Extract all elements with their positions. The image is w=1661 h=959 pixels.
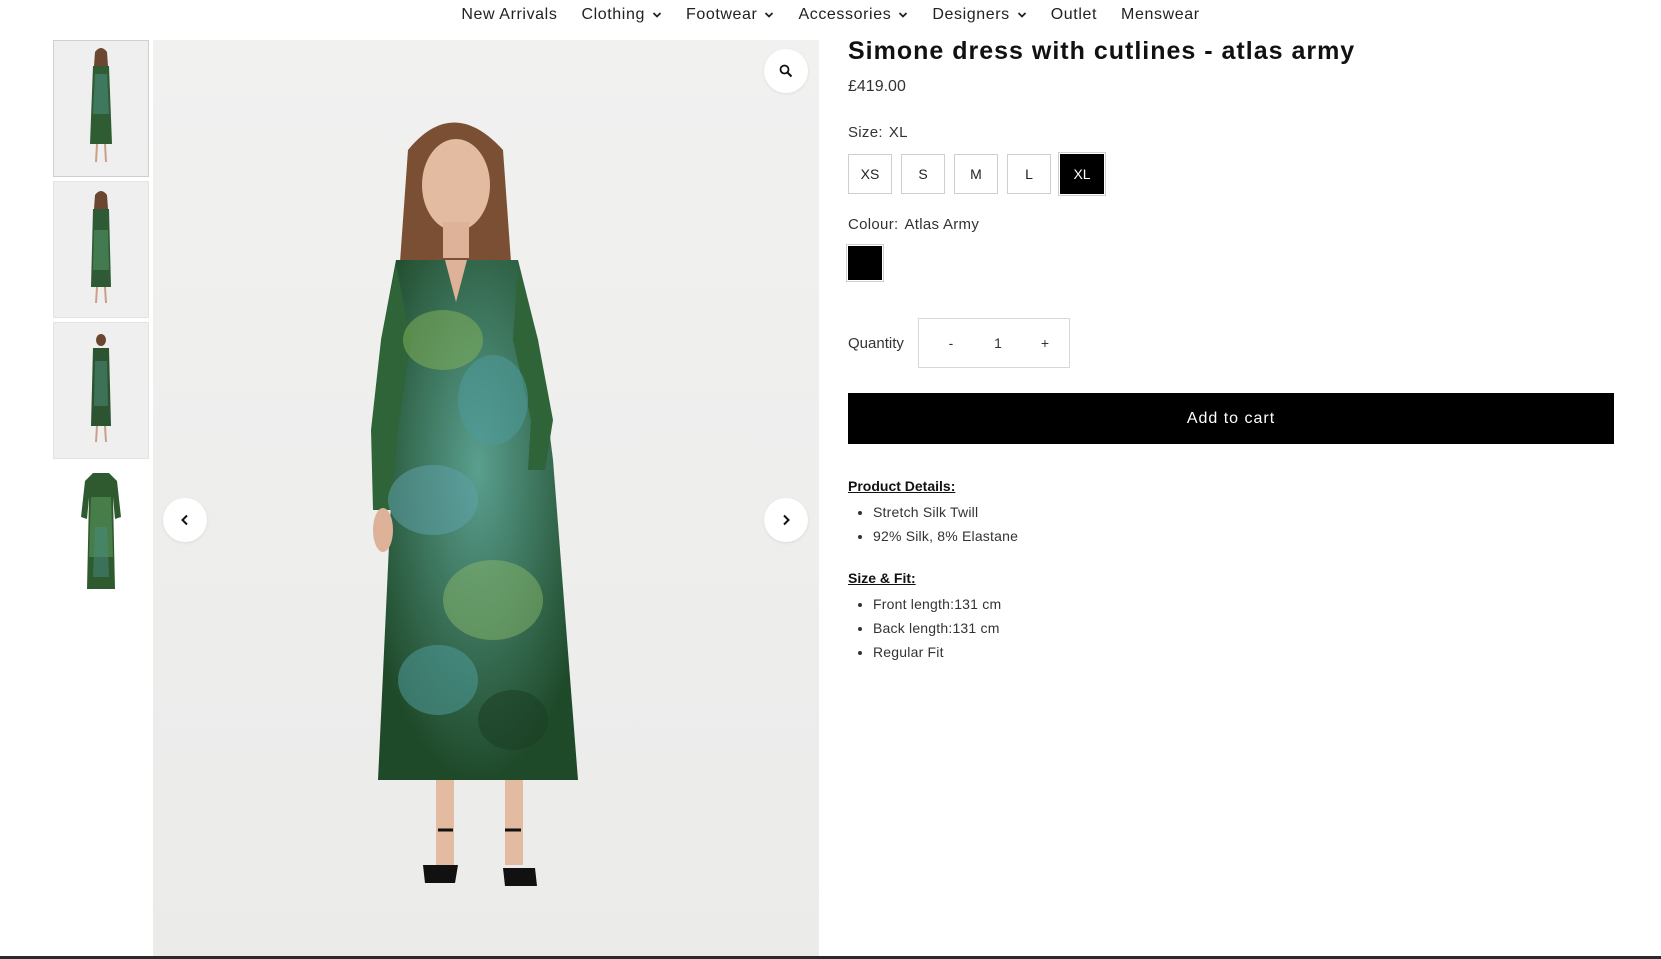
chevron-down-icon xyxy=(765,12,774,18)
size-label: Size: xyxy=(848,124,883,141)
colour-swatch-atlas-army[interactable] xyxy=(846,244,884,282)
quantity-value[interactable]: 1 xyxy=(994,335,1002,351)
chevron-right-icon xyxy=(783,514,790,526)
nav-menswear[interactable]: Menswear xyxy=(1109,6,1212,24)
size-option-l[interactable]: L xyxy=(1007,154,1051,194)
thumbnail-front-2[interactable] xyxy=(53,181,149,318)
product-title: Simone dress with cutlines - atlas army xyxy=(848,37,1356,65)
main-product-image[interactable] xyxy=(153,40,819,957)
selected-colour: Atlas Army xyxy=(904,216,980,233)
chevron-down-icon xyxy=(1017,12,1026,18)
nav-footwear[interactable]: Footwear xyxy=(674,6,787,24)
nav-label: Clothing xyxy=(581,6,645,23)
list-item: Back length:131 cm xyxy=(873,616,1615,640)
list-item: Regular Fit xyxy=(873,640,1615,664)
chevron-left-icon xyxy=(181,514,188,526)
quantity-stepper: - 1 + xyxy=(918,318,1070,368)
product-thumbnail-image xyxy=(91,333,111,442)
list-item: 92% Silk, 8% Elastane xyxy=(873,524,1615,548)
nav-label: Outlet xyxy=(1050,6,1098,23)
chevron-down-icon xyxy=(899,12,908,18)
quantity-decrement-button[interactable]: - xyxy=(941,335,961,351)
nav-clothing[interactable]: Clothing xyxy=(569,6,674,24)
quantity-increment-button[interactable]: + xyxy=(1035,335,1055,351)
list-item: Stretch Silk Twill xyxy=(873,500,1615,524)
nav-accessories[interactable]: Accessories xyxy=(786,6,920,24)
size-option-s[interactable]: S xyxy=(901,154,945,194)
size-fit-list: Front length:131 cm Back length:131 cm R… xyxy=(848,592,1615,664)
nav-label: Designers xyxy=(932,6,1010,23)
add-to-cart-button[interactable]: Add to cart xyxy=(848,393,1614,444)
colour-label-row: Colour: Atlas Army xyxy=(848,216,1615,233)
previous-image-button[interactable] xyxy=(163,498,207,542)
thumbnail-flat[interactable] xyxy=(53,463,149,600)
magnifier-icon xyxy=(779,64,793,78)
nav-label: Footwear xyxy=(685,6,758,23)
list-item: Front length:131 cm xyxy=(873,592,1615,616)
product-price: £419.00 xyxy=(848,78,906,95)
thumbnail-list xyxy=(53,40,149,604)
nav-label: Menswear xyxy=(1121,6,1200,23)
size-label-row: Size: XL xyxy=(848,124,1615,141)
product-details-list: Stretch Silk Twill 92% Silk, 8% Elastane xyxy=(848,500,1615,548)
product-thumbnail-image xyxy=(91,190,111,303)
model-dress-photo xyxy=(371,122,578,886)
chevron-down-icon xyxy=(652,12,662,18)
quantity-label: Quantity xyxy=(848,334,904,352)
product-details-heading: Product Details: xyxy=(848,478,956,494)
nav-designers[interactable]: Designers xyxy=(920,6,1038,24)
next-image-button[interactable] xyxy=(764,498,808,542)
zoom-button[interactable] xyxy=(764,49,808,93)
nav-new-arrivals[interactable]: New Arrivals xyxy=(449,6,569,24)
thumbnail-front[interactable] xyxy=(53,40,149,177)
colour-label: Colour: xyxy=(848,216,899,233)
size-option-m[interactable]: M xyxy=(954,154,998,194)
selected-size: XL xyxy=(888,124,908,141)
product-info: Simone dress with cutlines - atlas army … xyxy=(846,34,1615,664)
size-options: XS S M L XL xyxy=(848,152,1615,196)
nav-label: New Arrivals xyxy=(461,6,558,23)
main-navigation: New Arrivals Clothing Footwear Accessori… xyxy=(0,0,1661,30)
nav-label: Accessories xyxy=(798,6,892,23)
size-fit-heading: Size & Fit: xyxy=(848,570,916,586)
size-option-xs[interactable]: XS xyxy=(848,154,892,194)
quantity-row: Quantity - 1 + xyxy=(848,318,1615,368)
thumbnail-back[interactable] xyxy=(53,322,149,459)
product-thumbnail-image xyxy=(81,472,121,589)
product-thumbnail-image xyxy=(90,47,112,162)
size-option-xl[interactable]: XL xyxy=(1058,152,1106,196)
nav-outlet[interactable]: Outlet xyxy=(1039,6,1109,24)
